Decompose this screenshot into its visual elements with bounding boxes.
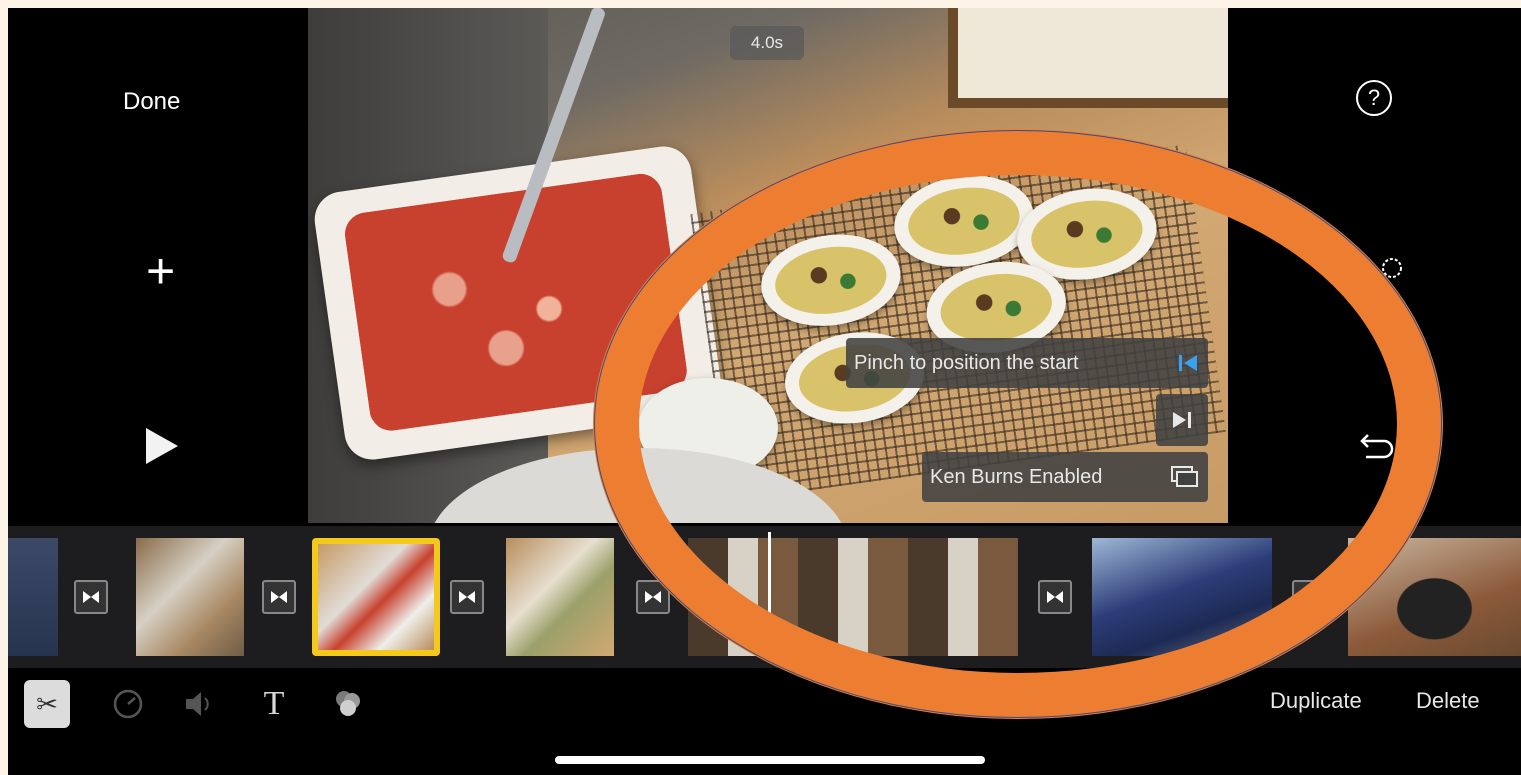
timeline-clip[interactable] [136,538,244,656]
timeline-clip[interactable] [688,538,1018,656]
transition-icon[interactable] [450,580,484,614]
ken-burns-hint[interactable]: Ken Burns Enabled [922,452,1208,502]
done-button[interactable]: Done [123,88,180,116]
delete-button[interactable]: Delete [1416,688,1480,714]
timeline-clip[interactable] [506,538,614,656]
undo-icon[interactable] [1358,423,1398,472]
timeline-clip[interactable] [8,538,58,656]
plus-icon[interactable]: + [146,246,175,296]
timeline-clip[interactable] [1092,538,1272,656]
scissors-icon[interactable]: ✂ [24,680,70,728]
clip-duration-label: 4.0s [730,26,804,60]
duplicate-button[interactable]: Duplicate [1270,688,1362,714]
ken-burns-hint-text: Ken Burns Enabled [930,465,1103,488]
pinch-start-hint-text: Pinch to position the start [854,351,1079,374]
bottom-toolbar: ✂ T Duplicate Delete [8,668,1521,775]
pinch-start-hint[interactable]: Pinch to position the start [846,338,1208,388]
volume-icon[interactable] [178,680,222,728]
filter-icon[interactable] [326,680,370,728]
preview-ramekin [888,166,1040,276]
question-icon[interactable]: ? [1356,80,1392,116]
preview-picture-frame [948,8,1228,108]
ken-burns-icon[interactable] [1162,465,1208,489]
skip-to-start-icon[interactable] [1168,352,1208,374]
selected-timeline-clip[interactable] [312,538,440,656]
transition-icon[interactable] [262,580,296,614]
transition-icon[interactable] [1292,580,1326,614]
skip-to-end-icon[interactable] [1156,394,1208,446]
title-tool[interactable]: T [254,680,294,728]
preview-ramekin [755,225,907,335]
preview-sauce [342,171,690,434]
transition-icon[interactable] [636,580,670,614]
timeline-clip[interactable] [1348,538,1521,656]
home-indicator[interactable] [555,756,985,764]
video-preview[interactable] [308,8,1228,523]
transition-icon[interactable] [1038,580,1072,614]
playhead[interactable] [768,532,771,660]
play-icon[interactable] [146,428,178,464]
speed-icon[interactable] [106,680,150,728]
timeline[interactable] [8,526,1521,668]
imovie-editor-screen: 4.0s Done + ? Pinch to position the star… [8,8,1521,775]
transition-icon[interactable] [74,580,108,614]
gear-icon[interactable] [1378,254,1406,282]
